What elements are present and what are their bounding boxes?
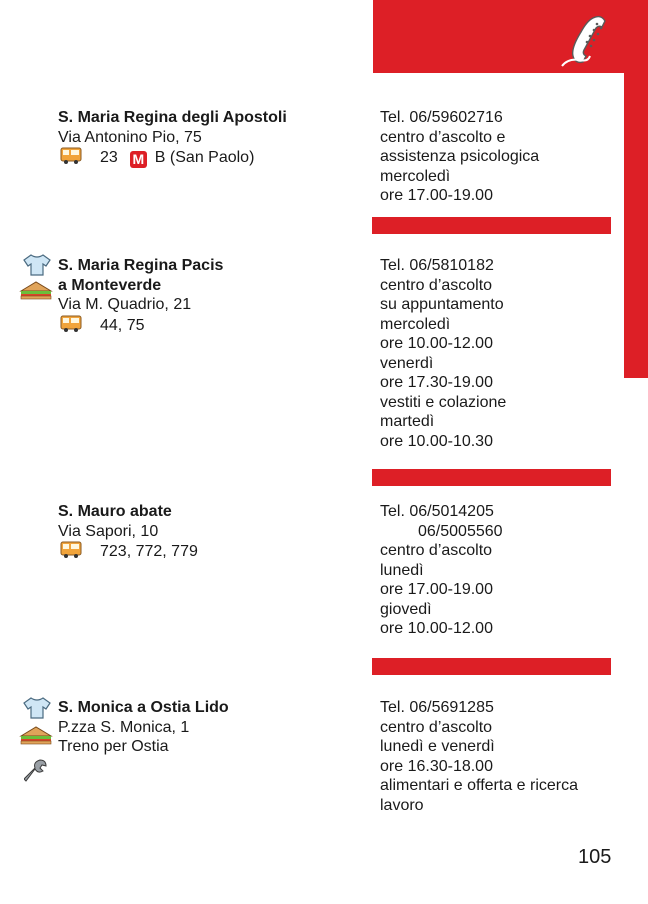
entry-info-line: ore 10.00-10.30: [380, 432, 493, 450]
side-red-band: [624, 73, 648, 378]
entry-info-line: lunedì e venerdì: [380, 738, 495, 755]
entry-info: Tel. 06/5691285 centro d’ascolto lunedì …: [380, 698, 620, 815]
entry-title: S. Maria Regina Pacis: [58, 257, 224, 274]
entry-info-line: centro d’ascolto e: [380, 128, 506, 146]
entry-title: S. Mauro abate: [58, 503, 172, 520]
entry-transport: Treno per Ostia: [58, 738, 169, 755]
entry-phone: Tel. 06/5691285: [380, 699, 494, 716]
entry-address: Via M. Quadrio, 21: [58, 296, 192, 313]
entry-info-line: lunedì: [380, 561, 424, 579]
entry-info-line: ore 17.30-19.00: [380, 374, 493, 391]
entry-title: S. Monica a Ostia Lido: [58, 699, 229, 716]
entry-info: Tel. 06/5014205 06/5005560 centro d’asco…: [380, 502, 620, 639]
entry-transport: 44, 75: [58, 315, 358, 336]
entry-info-line: ore 16.30-18.00: [380, 757, 493, 775]
entry-transport: 23 M B (San Paolo): [58, 147, 358, 168]
entry-address: P.zza S. Monica, 1: [58, 718, 190, 736]
metro-icon: M: [129, 151, 147, 168]
entry-info-line: venerdì: [380, 354, 434, 372]
wrench-icon: [24, 759, 47, 782]
entry-info-line: lavoro: [380, 796, 424, 814]
bus-icon: [60, 147, 82, 164]
entry-address: Via Antonino Pio, 75: [58, 128, 202, 146]
entry-info-line: su appuntamento: [380, 296, 504, 313]
entry-left: S. Mauro abate Via Sapori, 10 723, 772, …: [58, 502, 358, 562]
entry-address: Via Sapori, 10: [58, 522, 159, 540]
entry-info-line: mercoledì: [380, 167, 451, 185]
entry-info-line: alimentari e offerta e ricerca: [380, 777, 579, 794]
entry-info: Tel. 06/59602716 centro d’ascolto e assi…: [380, 108, 620, 206]
bus-lines: 23: [100, 149, 118, 166]
entry-info-line: assistenza psicologica: [380, 148, 540, 165]
entry-phone: Tel. 06/5810182: [380, 257, 494, 274]
entry-info-line: ore 17.00-19.00: [380, 581, 493, 598]
entry-info: Tel. 06/5810182 centro d’ascolto su appu…: [380, 256, 620, 451]
entry-info-line: vestiti e colazione: [380, 393, 507, 411]
entry-phone: Tel. 06/59602716: [380, 109, 503, 126]
entry-transport: 723, 772, 779: [58, 541, 358, 562]
entry-left: S. Monica a Ostia Lido P.zza S. Monica, …: [58, 698, 358, 757]
separator-bar: [372, 217, 611, 234]
bus-icon: [60, 315, 82, 332]
sandwich-icon: [19, 281, 53, 300]
entry-info-line: giovedì: [380, 600, 432, 618]
entry-info-line: centro d’ascolto: [380, 276, 493, 294]
separator-bar: [372, 469, 611, 486]
entry-info-line: centro d’ascolto: [380, 718, 493, 736]
entry-left: S. Maria Regina Pacis a Monteverde Via M…: [58, 256, 358, 335]
tshirt-icon: [23, 697, 51, 719]
entry-left: S. Maria Regina degli Apostoli Via Anton…: [58, 108, 358, 168]
entry-info-line: ore 10.00-12.00: [380, 620, 493, 637]
metro-line: B (San Paolo): [154, 149, 255, 166]
bus-lines: 723, 772, 779: [100, 543, 198, 560]
tshirt-icon: [23, 254, 51, 276]
entry-title: S. Maria Regina degli Apostoli: [58, 109, 287, 126]
sandwich-icon: [19, 726, 53, 745]
entry-title: a Monteverde: [58, 276, 162, 294]
entry-info-line: ore 17.00-19.00: [380, 187, 493, 204]
page-number: 105: [578, 846, 612, 868]
bus-lines: 44, 75: [100, 316, 145, 334]
entry-phone: 06/5005560: [418, 522, 503, 540]
entry-info-line: mercoledì: [380, 315, 451, 333]
telephone-icon: [561, 15, 606, 67]
separator-bar: [372, 658, 611, 675]
entry-info-line: martedì: [380, 413, 435, 430]
entry-phone: Tel. 06/5014205: [380, 503, 494, 520]
entry-info-line: ore 10.00-12.00: [380, 335, 493, 352]
bus-icon: [60, 541, 82, 558]
entry-info-line: centro d’ascolto: [380, 542, 493, 559]
